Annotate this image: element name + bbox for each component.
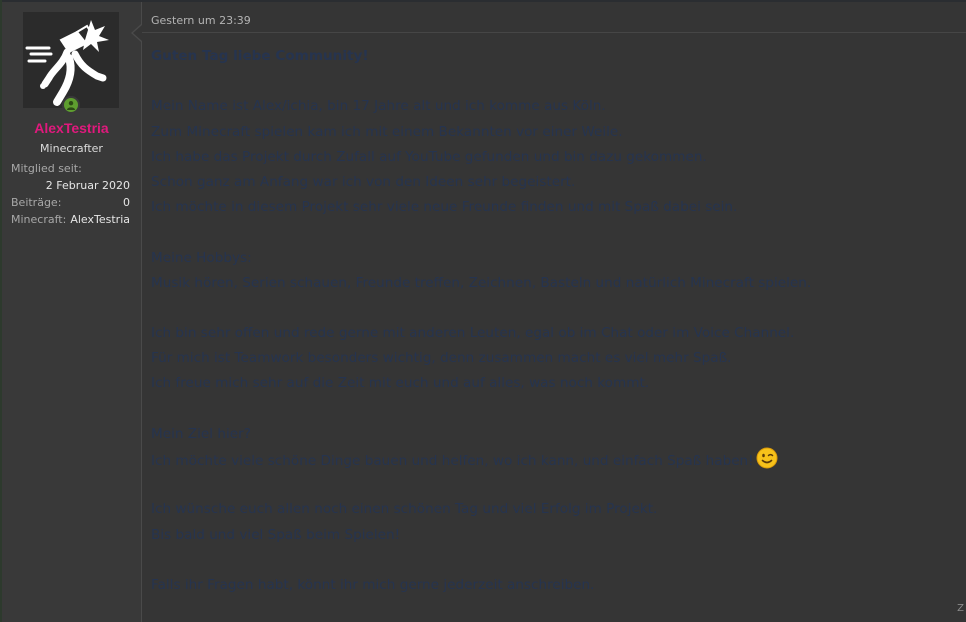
- post-line-text: Schon ganz am Anfang war ich von den Ide…: [151, 173, 576, 190]
- author-sidebar: AlexTestria Minecrafter Mitglied seit: 2…: [2, 2, 142, 622]
- user-rank-title: Minecrafter: [40, 142, 103, 155]
- post-line-text: Für mich ist Teamwork besonders wichtig,…: [151, 350, 732, 367]
- post-line-text: Ich freue mich sehr auf die Zeit mit euc…: [151, 375, 650, 392]
- user-avatar[interactable]: [23, 12, 119, 108]
- user-online-icon: [67, 101, 75, 110]
- avatar-sword-icon: [23, 12, 119, 108]
- online-status-badge: [62, 96, 80, 114]
- post-line-text: Ich habe das Projekt durch Zufall auf Yo…: [151, 148, 707, 165]
- forum-post-page: AlexTestria Minecrafter Mitglied seit: 2…: [0, 0, 966, 622]
- post-line-text: Meine Hobbys:: [151, 249, 252, 266]
- post-line: Ich freue mich sehr auf die Zeit mit euc…: [151, 371, 966, 396]
- post-line-text: Falls ihr Fragen habt, könnt ihr mich ge…: [151, 576, 595, 593]
- post-body: Guten Tag liebe Community! Mein Name ist…: [151, 44, 966, 598]
- post-line-text: Ich möchte viele schöne Dinge bauen und …: [151, 453, 754, 469]
- posts-label: Beiträge:: [11, 196, 62, 209]
- post-line: Ich möchte viele schöne Dinge bauen und …: [151, 447, 966, 472]
- post-line: Falls ihr Fragen habt, könnt ihr mich ge…: [151, 573, 966, 598]
- post-line-text: Ich bin sehr offen und rede gerne mit an…: [151, 325, 795, 342]
- post-title: Guten Tag liebe Community!: [151, 48, 369, 64]
- member-since-label: Mitglied seit:: [11, 162, 82, 175]
- post-line: Ich wünsche euch allen noch einen schöne…: [151, 497, 966, 522]
- post-line: Zum Minecraft spielen kam ich mit einem …: [151, 120, 966, 145]
- minecraft-value: AlexTestria: [70, 213, 130, 226]
- posts-value: 0: [123, 196, 130, 209]
- post-line-text: Mein Ziel hier?: [151, 425, 251, 442]
- post-line: Bis bald und viel Spaß beim Spielen!: [151, 523, 966, 548]
- post-line: Ich habe das Projekt durch Zufall auf Yo…: [151, 145, 966, 170]
- post-line-text: Ich wünsche euch allen noch einen schöne…: [151, 501, 658, 518]
- wink-emoji-icon: [756, 447, 778, 478]
- post-line: Mein Name ist Alex/ichia, bin 17 Jahre a…: [151, 94, 966, 119]
- username-link[interactable]: AlexTestria: [2, 120, 141, 136]
- post-line-text: Zum Minecraft spielen kam ich mit einem …: [151, 123, 623, 140]
- post-line: Für mich ist Teamwork besonders wichtig,…: [151, 346, 966, 371]
- post-line: Schon ganz am Anfang war ich von den Ide…: [151, 170, 966, 195]
- post-line-text: Bis bald und viel Spaß beim Spielen!: [151, 526, 401, 543]
- post-line: Ich bin sehr offen und rede gerne mit an…: [151, 321, 966, 346]
- post-line-text: Mein Name ist Alex/ichia, bin 17 Jahre a…: [151, 98, 606, 115]
- post-line-text: Ich möchte in diesem Projekt sehr viele …: [151, 199, 738, 216]
- header-divider: [142, 32, 966, 33]
- post-line: Ich möchte in diesem Projekt sehr viele …: [151, 195, 966, 220]
- post-line: Mein Ziel hier?: [151, 422, 966, 447]
- post-timestamp[interactable]: Gestern um 23:39: [151, 14, 251, 27]
- member-since-value: 2 Februar 2020: [45, 179, 130, 192]
- post-line: Musik hören, Serien schauen, Freunde tre…: [151, 271, 966, 296]
- corner-glyph: Z: [957, 603, 964, 614]
- post-pointer-arrow: [131, 24, 142, 42]
- minecraft-label: Minecraft:: [11, 213, 67, 226]
- post-line: Meine Hobbys:: [151, 246, 966, 271]
- post-line-text: Musik hören, Serien schauen, Freunde tre…: [151, 274, 812, 291]
- top-edge: [0, 0, 966, 2]
